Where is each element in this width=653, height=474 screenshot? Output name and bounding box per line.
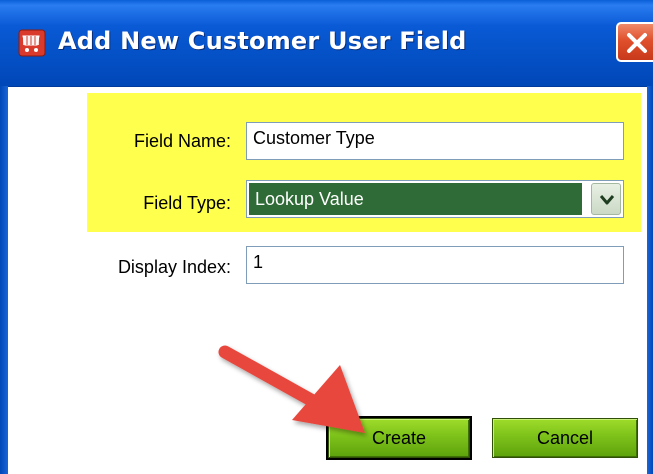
dropdown-toggle-button[interactable] <box>591 183 621 215</box>
field-name-input[interactable]: Customer Type <box>246 122 624 160</box>
window-border-left <box>0 86 8 474</box>
shopping-cart-icon <box>18 29 46 57</box>
close-icon <box>627 33 647 53</box>
chevron-down-icon <box>600 195 614 205</box>
field-type-dropdown[interactable]: Lookup Value <box>246 180 624 218</box>
window-border-right <box>647 86 653 474</box>
window-title: Add New Customer User Field <box>58 27 467 55</box>
display-index-input[interactable]: 1 <box>246 246 624 284</box>
close-button[interactable] <box>616 22 653 62</box>
field-type-label: Field Type: <box>143 193 231 213</box>
title-bar[interactable]: Add New Customer User Field <box>0 0 653 87</box>
create-button[interactable]: Create <box>326 416 472 460</box>
dialog-window: Add New Customer User Field Field Name: … <box>0 0 653 474</box>
cancel-button[interactable]: Cancel <box>492 418 638 458</box>
display-index-label: Display Index: <box>117 257 231 277</box>
field-type-selected-value: Lookup Value <box>249 183 582 215</box>
field-name-label: Field Name: <box>133 131 231 151</box>
